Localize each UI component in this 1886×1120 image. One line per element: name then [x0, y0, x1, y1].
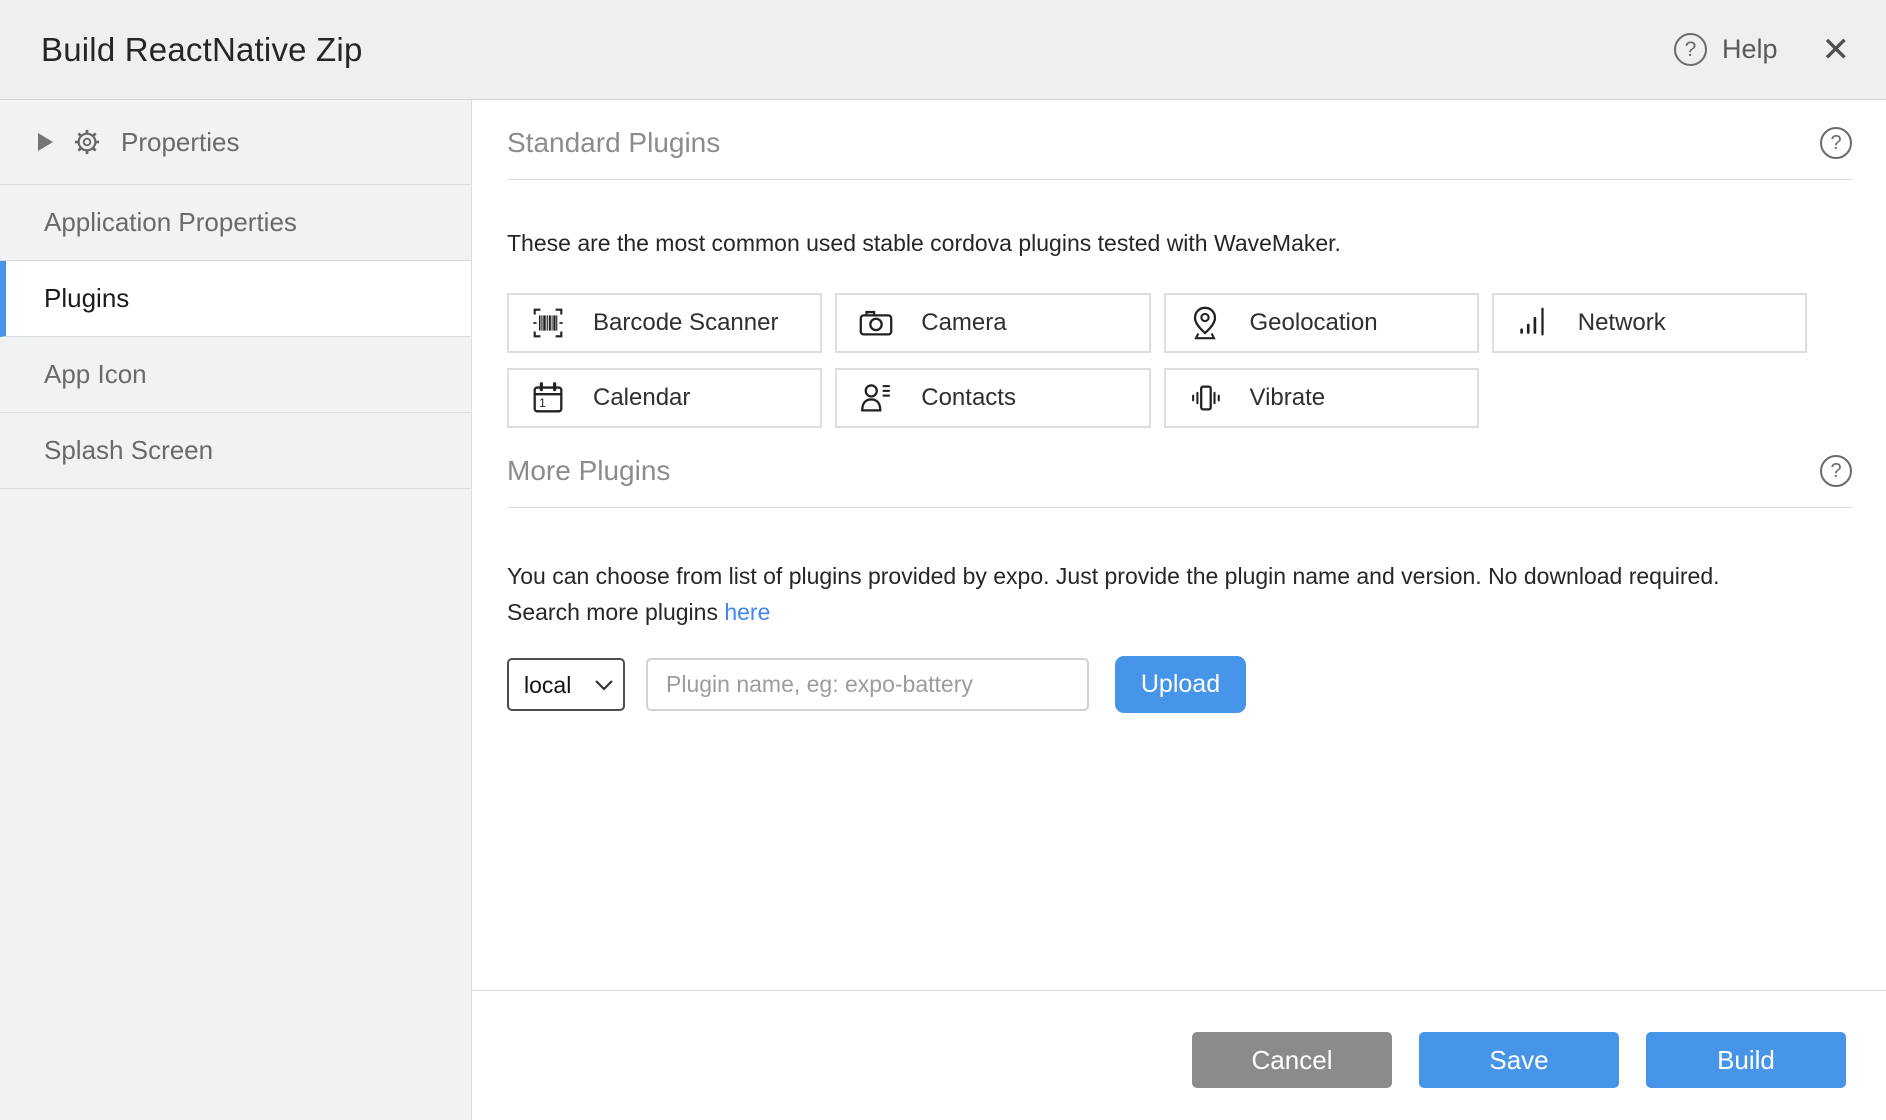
- barcode-icon: [529, 304, 567, 342]
- camera-icon: [857, 304, 895, 342]
- sidebar-item-properties[interactable]: Properties: [0, 100, 471, 185]
- plugin-card-label: Contacts: [921, 384, 1016, 412]
- plugin-card-calendar[interactable]: 1 Calendar: [507, 368, 822, 428]
- plugin-source-select-wrap: local: [507, 658, 625, 711]
- help-label: Help: [1722, 34, 1778, 65]
- plugin-source-select[interactable]: local: [507, 658, 625, 711]
- upload-button[interactable]: Upload: [1115, 656, 1246, 713]
- plugin-card-label: Vibrate: [1250, 384, 1326, 412]
- plugin-card-contacts[interactable]: Contacts: [835, 368, 1150, 428]
- plugin-card-label: Geolocation: [1250, 309, 1378, 337]
- sidebar-item-plugins[interactable]: Plugins: [0, 261, 471, 337]
- close-icon[interactable]: ✕: [1822, 33, 1851, 67]
- help-button[interactable]: ? Help: [1674, 33, 1778, 66]
- contacts-icon: [857, 379, 895, 417]
- sidebar-item-application-properties[interactable]: Application Properties: [0, 185, 471, 261]
- plugins-panel: Standard Plugins ? These are the most co…: [472, 100, 1886, 1120]
- plugin-card-label: Camera: [921, 309, 1006, 337]
- plugin-name-input[interactable]: [646, 658, 1089, 711]
- more-plugins-title: More Plugins: [507, 454, 670, 488]
- footer-buttons: Cancel Save Build: [472, 991, 1886, 1088]
- help-icon: ?: [1674, 33, 1707, 66]
- vibrate-icon: [1186, 379, 1224, 417]
- sidebar-item-label: Splash Screen: [44, 435, 213, 466]
- more-plugins-header: More Plugins ?: [507, 454, 1852, 488]
- plugin-card-vibrate[interactable]: Vibrate: [1164, 368, 1479, 428]
- sidebar-item-label: App Icon: [44, 359, 147, 390]
- upload-controls: local Upload: [507, 656, 1852, 713]
- header-actions: ? Help ✕: [1674, 33, 1850, 67]
- dialog-header: Build ReactNative Zip ? Help ✕: [0, 0, 1886, 100]
- dialog-body: Properties Application Properties Plugin…: [0, 100, 1886, 1120]
- calendar-icon: 1: [529, 379, 567, 417]
- sidebar-item-label: Plugins: [44, 283, 129, 314]
- caret-right-icon: [38, 133, 53, 151]
- network-icon: [1514, 304, 1552, 342]
- build-reactnative-dialog: Build ReactNative Zip ? Help ✕: [0, 0, 1886, 1120]
- search-plugins-link[interactable]: here: [724, 599, 770, 625]
- sidebar-item-label: Application Properties: [44, 207, 297, 238]
- standard-plugins-grid: Barcode Scanner Camera: [507, 293, 1807, 428]
- gear-icon: [72, 127, 102, 157]
- sidebar-item-app-icon[interactable]: App Icon: [0, 337, 471, 413]
- divider: [507, 507, 1852, 508]
- sidebar-item-label: Properties: [121, 127, 240, 158]
- dialog-title: Build ReactNative Zip: [41, 31, 363, 69]
- plugin-card-label: Network: [1578, 309, 1666, 337]
- sidebar: Properties Application Properties Plugin…: [0, 100, 472, 1120]
- divider: [507, 179, 1852, 180]
- plugin-card-label: Calendar: [593, 384, 690, 412]
- svg-text:1: 1: [539, 396, 546, 410]
- standard-plugins-title: Standard Plugins: [507, 126, 720, 160]
- geolocation-icon: [1186, 304, 1224, 342]
- save-button[interactable]: Save: [1419, 1032, 1619, 1088]
- sidebar-item-splash-screen[interactable]: Splash Screen: [0, 413, 471, 489]
- plugin-card-camera[interactable]: Camera: [835, 293, 1150, 353]
- plugin-card-geolocation[interactable]: Geolocation: [1164, 293, 1479, 353]
- standard-plugins-help-icon[interactable]: ?: [1820, 127, 1852, 159]
- standard-plugins-header: Standard Plugins ?: [507, 126, 1852, 160]
- plugin-card-label: Barcode Scanner: [593, 309, 778, 337]
- more-plugins-help-icon[interactable]: ?: [1820, 455, 1852, 487]
- build-button[interactable]: Build: [1646, 1032, 1846, 1088]
- dialog-footer: Cancel Save Build: [472, 990, 1886, 1088]
- cancel-button[interactable]: Cancel: [1192, 1032, 1392, 1088]
- more-plugins-description: You can choose from list of plugins prov…: [507, 558, 1852, 630]
- plugin-card-network[interactable]: Network: [1492, 293, 1807, 353]
- plugin-card-barcode-scanner[interactable]: Barcode Scanner: [507, 293, 822, 353]
- standard-plugins-description: These are the most common used stable co…: [507, 230, 1852, 257]
